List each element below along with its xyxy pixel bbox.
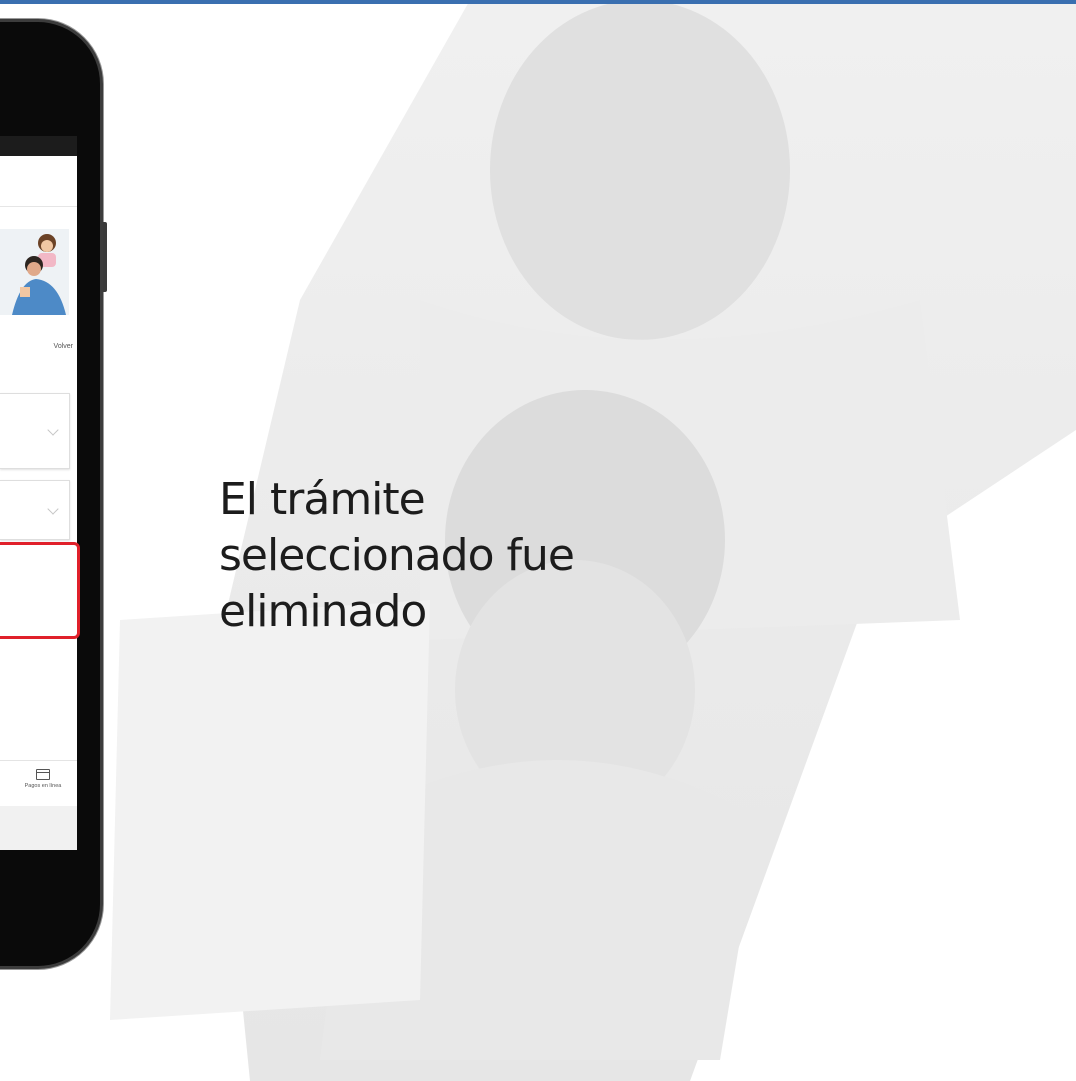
nav-item-label: Pagos en línea bbox=[24, 783, 62, 789]
accordion-item-2[interactable] bbox=[0, 480, 70, 540]
nav-item-pagos[interactable]: Pagos en línea bbox=[13, 769, 73, 789]
family-promo-image bbox=[0, 229, 69, 315]
chevron-down-icon bbox=[47, 424, 59, 436]
volver-link[interactable]: Volver bbox=[54, 343, 73, 350]
bottom-nav: Pagos en línea bbox=[0, 760, 77, 807]
accordion-item-1[interactable] bbox=[0, 393, 70, 469]
credit-card-icon bbox=[36, 769, 50, 780]
top-accent-bar bbox=[0, 0, 1076, 4]
phone-side-button bbox=[103, 222, 107, 292]
phone-screen: Volver Pagos en línea bbox=[0, 136, 77, 850]
tutorial-slide: Volver Pagos en línea El trámite selecci… bbox=[0, 0, 1076, 1081]
status-bar bbox=[0, 136, 77, 156]
slide-message: El trámite seleccionado fue eliminado bbox=[219, 474, 575, 637]
chevron-down-icon bbox=[47, 503, 59, 515]
app-header bbox=[0, 156, 77, 207]
deleted-item-highlight bbox=[0, 542, 80, 639]
screen-footer bbox=[0, 806, 77, 850]
